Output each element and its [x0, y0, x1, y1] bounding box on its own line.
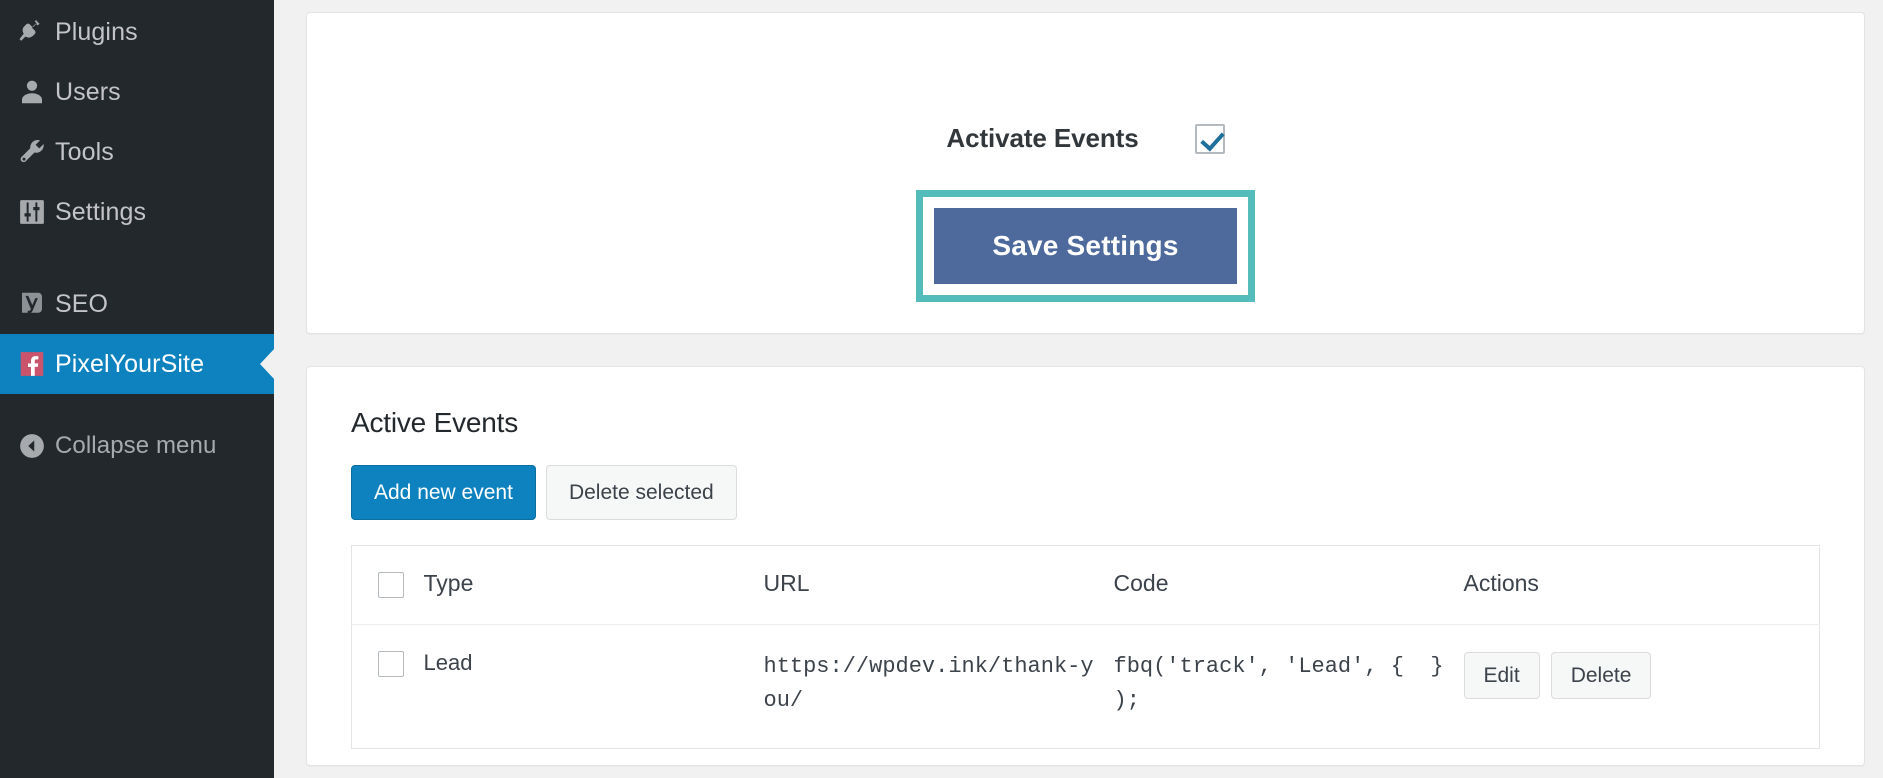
row-checkbox[interactable]: [378, 651, 404, 677]
active-item-pointer: [260, 348, 275, 380]
active-events-panel: Active Events Add new event Delete selec…: [306, 366, 1865, 766]
column-header-actions: Actions: [1464, 546, 1820, 625]
row-select-cell: [352, 624, 424, 748]
plug-icon: [9, 17, 55, 47]
edit-event-button[interactable]: Edit: [1464, 652, 1540, 699]
select-all-header: [352, 546, 424, 625]
facebook-icon: [9, 349, 55, 379]
cell-actions: Edit Delete: [1464, 624, 1820, 748]
sidebar-item-pixelyoursite[interactable]: PixelYourSite: [0, 334, 274, 394]
wrench-icon: [9, 137, 55, 167]
sidebar-item-label: SEO: [55, 290, 108, 319]
events-toolbar: Add new event Delete selected: [351, 465, 1820, 520]
table-header-row: Type URL Code Actions: [352, 546, 1820, 625]
column-header-url: URL: [764, 546, 1114, 625]
cell-code: fbq('track', 'Lead', { } );: [1114, 624, 1464, 748]
sidebar-item-label: PixelYourSite: [55, 350, 204, 379]
add-new-event-button[interactable]: Add new event: [351, 465, 536, 520]
sidebar-item-label: Plugins: [55, 18, 138, 47]
save-settings-area: Save Settings: [307, 190, 1864, 302]
sidebar-item-label: Settings: [55, 198, 146, 227]
delete-selected-button[interactable]: Delete selected: [546, 465, 737, 520]
activate-events-row: Activate Events: [307, 13, 1864, 154]
cell-url: https://wpdev.ink/thank-you/: [764, 624, 1114, 748]
sidebar-item-label: Tools: [55, 138, 114, 167]
collapse-menu-button[interactable]: Collapse menu: [0, 416, 274, 476]
admin-sidebar: Plugins Users Tools: [0, 0, 274, 778]
column-header-type: Type: [424, 546, 764, 625]
activate-events-checkbox[interactable]: [1195, 124, 1225, 154]
table-row: Lead https://wpdev.ink/thank-you/ fbq('t…: [352, 624, 1820, 748]
sidebar-item-label: Users: [55, 78, 121, 107]
yoast-icon: [9, 289, 55, 319]
sidebar-item-tools[interactable]: Tools: [0, 122, 274, 182]
table-header: Type URL Code Actions: [352, 546, 1820, 625]
active-events-title: Active Events: [351, 407, 1820, 439]
column-header-code: Code: [1114, 546, 1464, 625]
sidebar-item-users[interactable]: Users: [0, 62, 274, 122]
activate-events-label: Activate Events: [946, 123, 1138, 154]
collapse-menu-label: Collapse menu: [55, 432, 216, 460]
sidebar-item-seo[interactable]: SEO: [0, 274, 274, 334]
sidebar-separator: [0, 242, 274, 274]
user-icon: [9, 77, 55, 107]
sidebar-item-plugins[interactable]: Plugins: [0, 2, 274, 62]
sliders-icon: [9, 197, 55, 227]
save-settings-highlight: Save Settings: [916, 190, 1254, 302]
cell-type: Lead: [424, 624, 764, 748]
table-body: Lead https://wpdev.ink/thank-you/ fbq('t…: [352, 624, 1820, 748]
settings-panel: Activate Events Save Settings: [306, 12, 1865, 334]
active-events-table: Type URL Code Actions Lead https://wpdev…: [351, 545, 1820, 749]
row-action-buttons: Edit Delete: [1464, 650, 1810, 699]
collapse-arrow-icon: [9, 431, 55, 461]
save-settings-button[interactable]: Save Settings: [934, 208, 1236, 284]
select-all-checkbox[interactable]: [378, 572, 404, 598]
admin-page: Plugins Users Tools: [0, 0, 1883, 778]
sidebar-item-settings[interactable]: Settings: [0, 182, 274, 242]
delete-event-button[interactable]: Delete: [1551, 652, 1652, 699]
main-content: Activate Events Save Settings Active Eve…: [274, 0, 1883, 778]
